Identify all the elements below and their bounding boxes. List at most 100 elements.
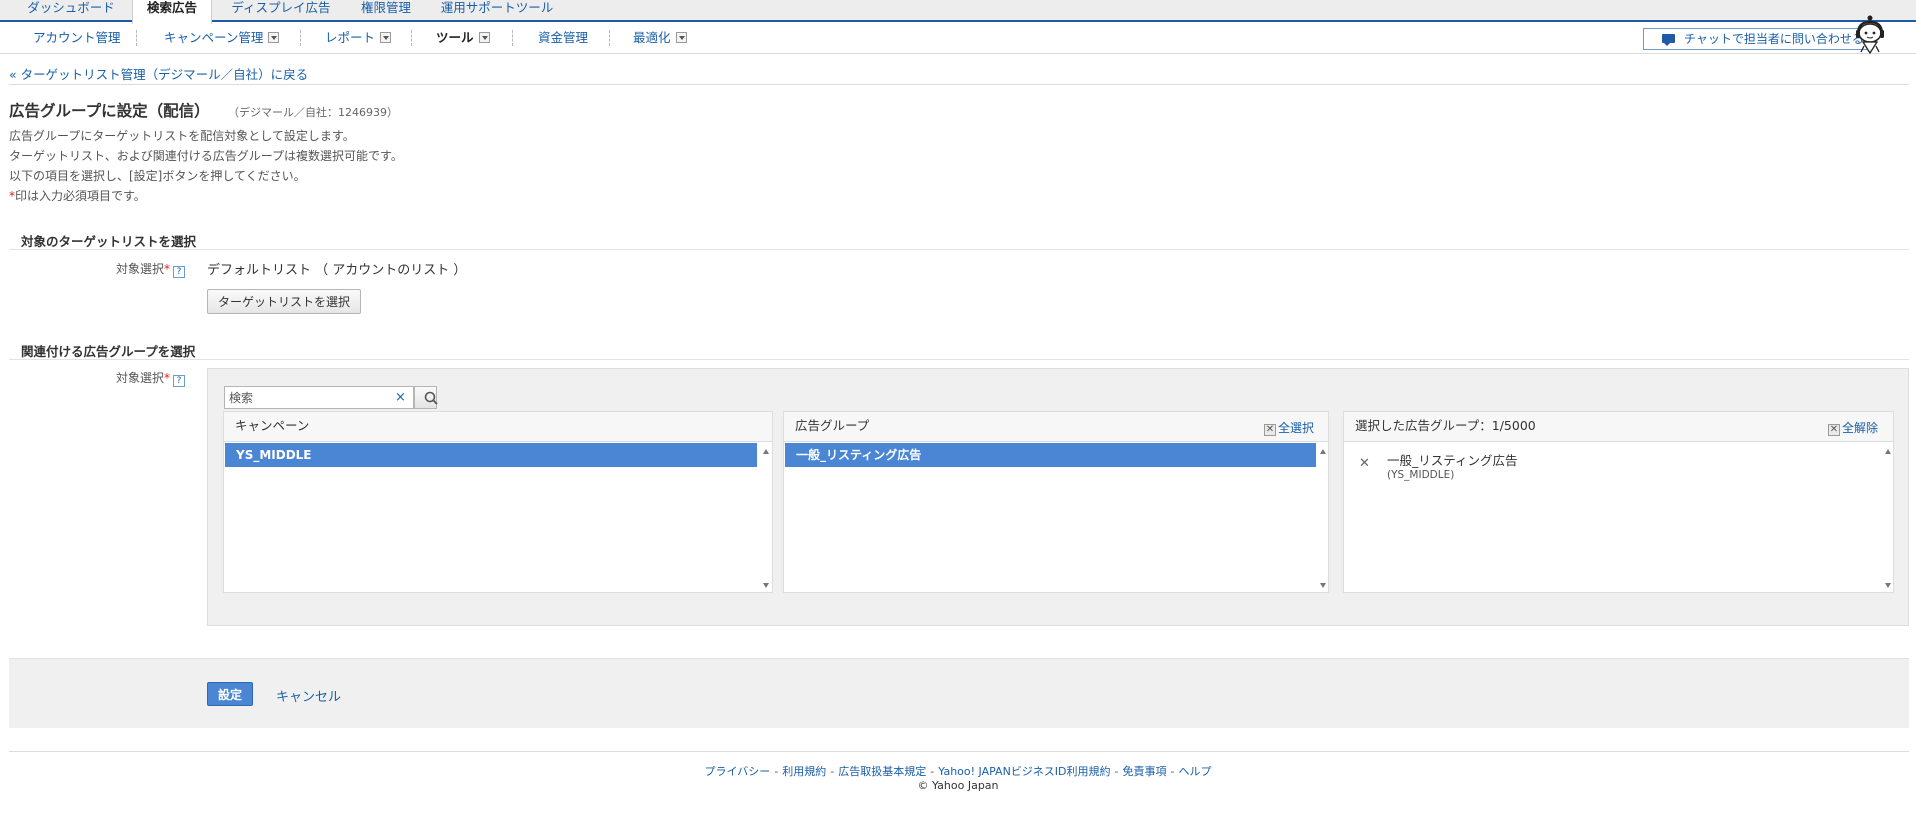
section-title-target-list: 対象のターゲットリストを選択 (21, 234, 197, 249)
required-mark: * (164, 371, 171, 385)
selected-ad-groups-header: 選択した広告グループ：1/5000 (1344, 412, 1893, 442)
tab-permissions[interactable]: 権限管理 (352, 0, 420, 20)
subnav-label: 資金管理 (538, 30, 589, 45)
tab-search-ads[interactable]: 検索広告 (132, 0, 212, 24)
subnav-tools[interactable]: ツール (436, 30, 490, 46)
subnav-divider (512, 30, 513, 46)
subnav-optimization[interactable]: 最適化 (633, 30, 687, 46)
tab-support-tools[interactable]: 運用サポートツール (440, 0, 554, 20)
page-title: 広告グループに設定（配信） (9, 102, 210, 120)
footer-separator: - (1114, 765, 1119, 778)
ad-group-column-header: 広告グループ (784, 412, 1328, 442)
scroll-down-icon[interactable] (763, 583, 769, 588)
help-icon[interactable]: ? (173, 375, 186, 387)
back-to-target-list-link[interactable]: « ターゲットリスト管理（デジマール／自社）に戻る (9, 64, 308, 83)
form-action-bar: 設定 キャンセル (9, 658, 1909, 728)
clear-search-icon[interactable]: × (395, 390, 406, 405)
help-icon[interactable]: ? (173, 266, 186, 278)
main-tab-bar: ダッシュボード 検索広告 ディスプレイ広告 権限管理 運用サポートツール (0, 0, 1916, 24)
description-line: 以下の項目を選択し、[設定]ボタンを押してください。 (9, 169, 306, 183)
divider (9, 249, 1909, 250)
chevron-down-icon (675, 32, 687, 43)
subnav-label: 最適化 (633, 30, 671, 45)
footer-separator: - (1170, 765, 1175, 778)
section-title-ad-group: 関連付ける広告グループを選択 (21, 344, 196, 359)
footer-link-ad-policy[interactable]: 広告取扱基本規定 (838, 765, 926, 778)
tab-display-ads[interactable]: ディスプレイ広告 (226, 0, 336, 20)
required-note-text: 印は入力必須項目です。 (15, 189, 146, 203)
footer-separator: - (830, 765, 835, 778)
select-target-list-button[interactable]: ターゲットリストを選択 (207, 289, 361, 314)
selected-ad-group-campaign: (YS_MIDDLE) (1387, 469, 1455, 481)
ad-group-column: 広告グループ ✕ 全選択 一般_リスティング広告 (783, 411, 1329, 593)
tab-dashboard[interactable]: ダッシュボード (24, 0, 118, 20)
deselect-all-label: 全解除 (1842, 421, 1879, 435)
divider (9, 751, 1909, 752)
subnav-campaign-management[interactable]: キャンペーン管理 (164, 30, 280, 46)
deselect-all-link[interactable]: ✕ 全解除 (1828, 419, 1878, 436)
footer-separator: - (930, 765, 935, 778)
sub-navigation: アカウント管理 キャンペーン管理 レポート ツール 資金管理 最適化 (0, 22, 1916, 54)
footer-links: プライバシー - 利用規約 - 広告取扱基本規定 - Yahoo! JAPANビジネスID利… (0, 763, 1916, 779)
account-info: （デジマール／自社：1246939） (228, 106, 398, 119)
footer-link-disclaimer[interactable]: 免責事項 (1123, 765, 1167, 778)
subnav-divider (411, 30, 412, 46)
scroll-up-icon[interactable] (763, 449, 769, 454)
subnav-divider (136, 30, 137, 46)
description-line: 広告グループにターゲットリストを配信対象として設定します。 (9, 129, 355, 143)
footer-link-terms[interactable]: 利用規約 (782, 765, 826, 778)
footer-link-privacy[interactable]: プライバシー (705, 765, 771, 778)
chat-bubble-icon (1662, 34, 1675, 46)
campaign-column: キャンペーン YS_MIDDLE (223, 411, 773, 593)
scroll-down-icon[interactable] (1320, 583, 1326, 588)
required-note: *印は入力必須項目です。 (9, 187, 146, 204)
search-box: × (224, 386, 414, 409)
chevron-down-icon (268, 32, 280, 43)
subnav-divider (609, 30, 610, 46)
subnav-label: ツール (436, 30, 474, 45)
footer-link-business-id-terms[interactable]: Yahoo! JAPANビジネスID利用規約 (938, 765, 1110, 778)
subnav-divider (300, 30, 301, 46)
select-all-label: 全選択 (1278, 421, 1315, 435)
target-field-label: 対象選択*? (116, 260, 186, 278)
ad-group-picker: × キャンペーン YS_MIDDLE 広告グループ ✕全選択 一般_リスティング… (207, 368, 1909, 626)
search-input[interactable] (227, 389, 387, 406)
scroll-up-icon[interactable] (1885, 449, 1891, 454)
divider (9, 359, 1909, 360)
cancel-link[interactable]: キャンセル (276, 686, 341, 705)
deselect-all-icon: ✕ (1828, 424, 1840, 436)
subnav-label: レポート (325, 30, 376, 45)
adgroup-field-label: 対象選択*? (116, 369, 186, 387)
required-mark: * (164, 262, 171, 276)
operator-avatar-icon[interactable] (1854, 14, 1886, 54)
campaign-column-header: キャンペーン (224, 412, 772, 442)
copyright: © Yahoo Japan (917, 779, 999, 792)
field-label-text: 対象選択 (116, 262, 165, 276)
footer-link-help[interactable]: ヘルプ (1178, 765, 1211, 778)
chevron-down-icon (478, 32, 490, 43)
selected-ad-groups-column: 選択した広告グループ：1/5000 ✕ 全解除 ✕ 一般_リスティング広告 (YS… (1343, 411, 1894, 593)
field-label-text: 対象選択 (116, 371, 165, 385)
divider (9, 84, 1909, 85)
subnav-label: キャンペーン管理 (164, 30, 264, 45)
chevron-down-icon (380, 32, 392, 43)
footer-separator: - (774, 765, 779, 778)
selected-target-list: デフォルトリスト （ アカウントのリスト ） (207, 263, 467, 278)
select-all-link[interactable]: ✕ 全選択 (1264, 419, 1314, 436)
search-icon (424, 391, 438, 405)
search-button[interactable] (414, 386, 438, 409)
campaign-item-selected[interactable]: YS_MIDDLE (225, 443, 757, 467)
description-line: ターゲットリスト、および関連付ける広告グループは複数選択可能です。 (9, 149, 403, 163)
remove-item-icon[interactable]: ✕ (1359, 456, 1370, 471)
submit-button[interactable]: 設定 (207, 682, 253, 706)
ad-group-item-selected[interactable]: 一般_リスティング広告 (785, 443, 1316, 467)
scroll-down-icon[interactable] (1885, 583, 1891, 588)
scroll-up-icon[interactable] (1320, 449, 1326, 454)
subnav-account-management[interactable]: アカウント管理 (33, 30, 121, 46)
selected-ad-group-name: 一般_リスティング広告 (1387, 453, 1518, 468)
subnav-label: アカウント管理 (33, 30, 121, 45)
select-all-icon: ✕ (1264, 424, 1276, 436)
subnav-funds-management[interactable]: 資金管理 (538, 30, 588, 46)
chat-support-button[interactable]: チャットで担当者に問い合わせる (1643, 28, 1871, 50)
subnav-reports[interactable]: レポート (325, 30, 392, 46)
